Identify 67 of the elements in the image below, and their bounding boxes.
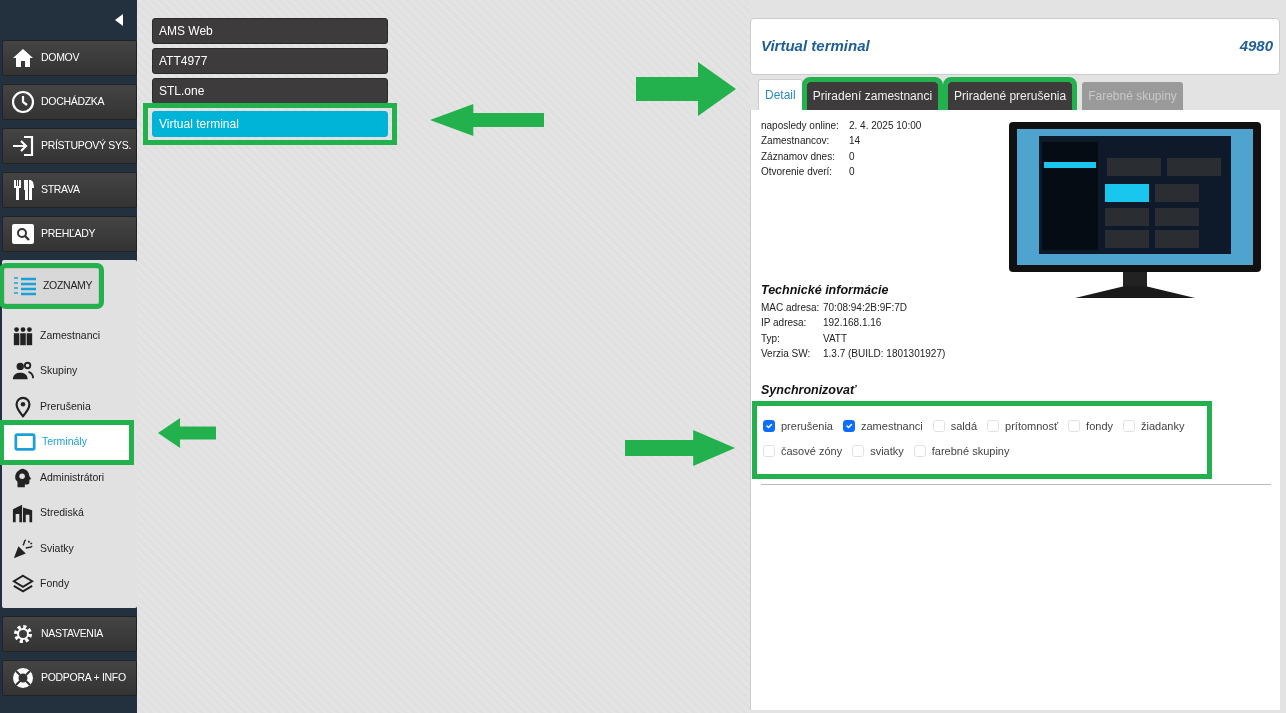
- field-value: 70:08:94:2B:9F:7D: [823, 301, 907, 316]
- section-title: Technické informácie: [761, 282, 890, 300]
- menu-button[interactable]: STRAVA: [2, 172, 137, 208]
- submenu-item[interactable]: Sviatky: [2, 531, 137, 567]
- submenu-item[interactable]: Fondy: [2, 566, 137, 602]
- checkbox[interactable]: [843, 420, 855, 433]
- menu-button[interactable]: NASTAVENIA: [2, 616, 137, 652]
- field-label: Verzia SW:: [761, 346, 812, 361]
- terminal-number: 4980: [1239, 36, 1273, 57]
- terminal-item[interactable]: AMS Web: [152, 18, 388, 44]
- field-value: 2. 4. 2025 10:00: [849, 119, 922, 134]
- people-icon: [12, 324, 34, 347]
- tab[interactable]: Detail: [758, 79, 803, 110]
- checkbox[interactable]: [763, 420, 775, 433]
- field-value: 192.168.1.16: [823, 316, 882, 331]
- field-label: naposledy online:: [761, 119, 840, 134]
- field-value: 14: [849, 134, 861, 149]
- menu-button[interactable]: PRÍSTUPOVÝ SYS.: [2, 128, 137, 164]
- gear-icon: [11, 622, 35, 646]
- cutlery-icon: [11, 178, 35, 202]
- field-value: 0: [849, 165, 855, 180]
- annotation-arrow-icon: [430, 104, 544, 136]
- field-label: Záznamov dnes:: [761, 149, 836, 164]
- annotation-arrow-icon: [636, 62, 736, 116]
- checkbox-label: farebné skupiny: [931, 444, 1010, 460]
- building-icon: [12, 502, 34, 525]
- collapse-icon: [115, 14, 123, 26]
- terminal-title: Virtual terminal: [761, 36, 870, 57]
- checkbox-label: žiadanky: [1141, 419, 1185, 435]
- field-value: 1.3.7 (BUILD: 1801301927): [823, 346, 946, 361]
- menu-button[interactable]: PODPORA + INFO: [2, 660, 137, 696]
- checkbox-label: prítomnosť: [1005, 419, 1059, 435]
- terminal-item[interactable]: ATT4977: [152, 48, 388, 74]
- field-label: IP adresa:: [761, 316, 808, 331]
- submenu-item[interactable]: Skupiny: [2, 353, 137, 389]
- lifebuoy-icon: [11, 666, 35, 690]
- annotation-arrow-icon: [625, 430, 735, 466]
- field-label: Otvorenie dverí:: [761, 165, 834, 180]
- section-title: Synchronizovať: [761, 382, 858, 400]
- list-icon: [13, 274, 37, 298]
- menu-button[interactable]: DOMOV: [2, 40, 137, 76]
- enter-icon: [11, 134, 35, 158]
- field-label: Typ:: [761, 331, 781, 346]
- field-label: Zamestnancov:: [761, 134, 831, 149]
- checkbox-label: sviatky: [870, 444, 904, 460]
- clock-icon: [11, 90, 35, 114]
- submenu-item[interactable]: Prerušenia: [2, 389, 137, 425]
- search-icon: [11, 222, 35, 246]
- annotation-arrow-icon: [158, 418, 216, 448]
- checkbox-label: saldá: [950, 419, 978, 435]
- terminal-item[interactable]: STL.one: [152, 78, 388, 104]
- checkbox-label: časové zóny: [781, 444, 843, 460]
- submenu-item[interactable]: Administrátori: [2, 460, 137, 496]
- submenu-item[interactable]: Strediská: [2, 495, 137, 531]
- home-icon: [11, 46, 35, 70]
- checkbox-label: zamestnanci: [861, 419, 923, 435]
- field-value: VATT: [823, 331, 848, 346]
- submenu-item[interactable]: Zamestnanci: [2, 318, 137, 354]
- checkbox-label: fondy: [1086, 419, 1113, 435]
- field-value: 0: [849, 149, 855, 164]
- menu-button[interactable]: PREHĽADY: [2, 216, 137, 252]
- party-popper-icon: [12, 537, 34, 560]
- field-label: MAC adresa:: [761, 301, 821, 316]
- head-gear-icon: [12, 466, 34, 489]
- terminal-icon: [14, 431, 36, 454]
- menu-button[interactable]: DOCHÁDZKA: [2, 84, 137, 120]
- checkbox-label: prerušenia: [781, 419, 833, 435]
